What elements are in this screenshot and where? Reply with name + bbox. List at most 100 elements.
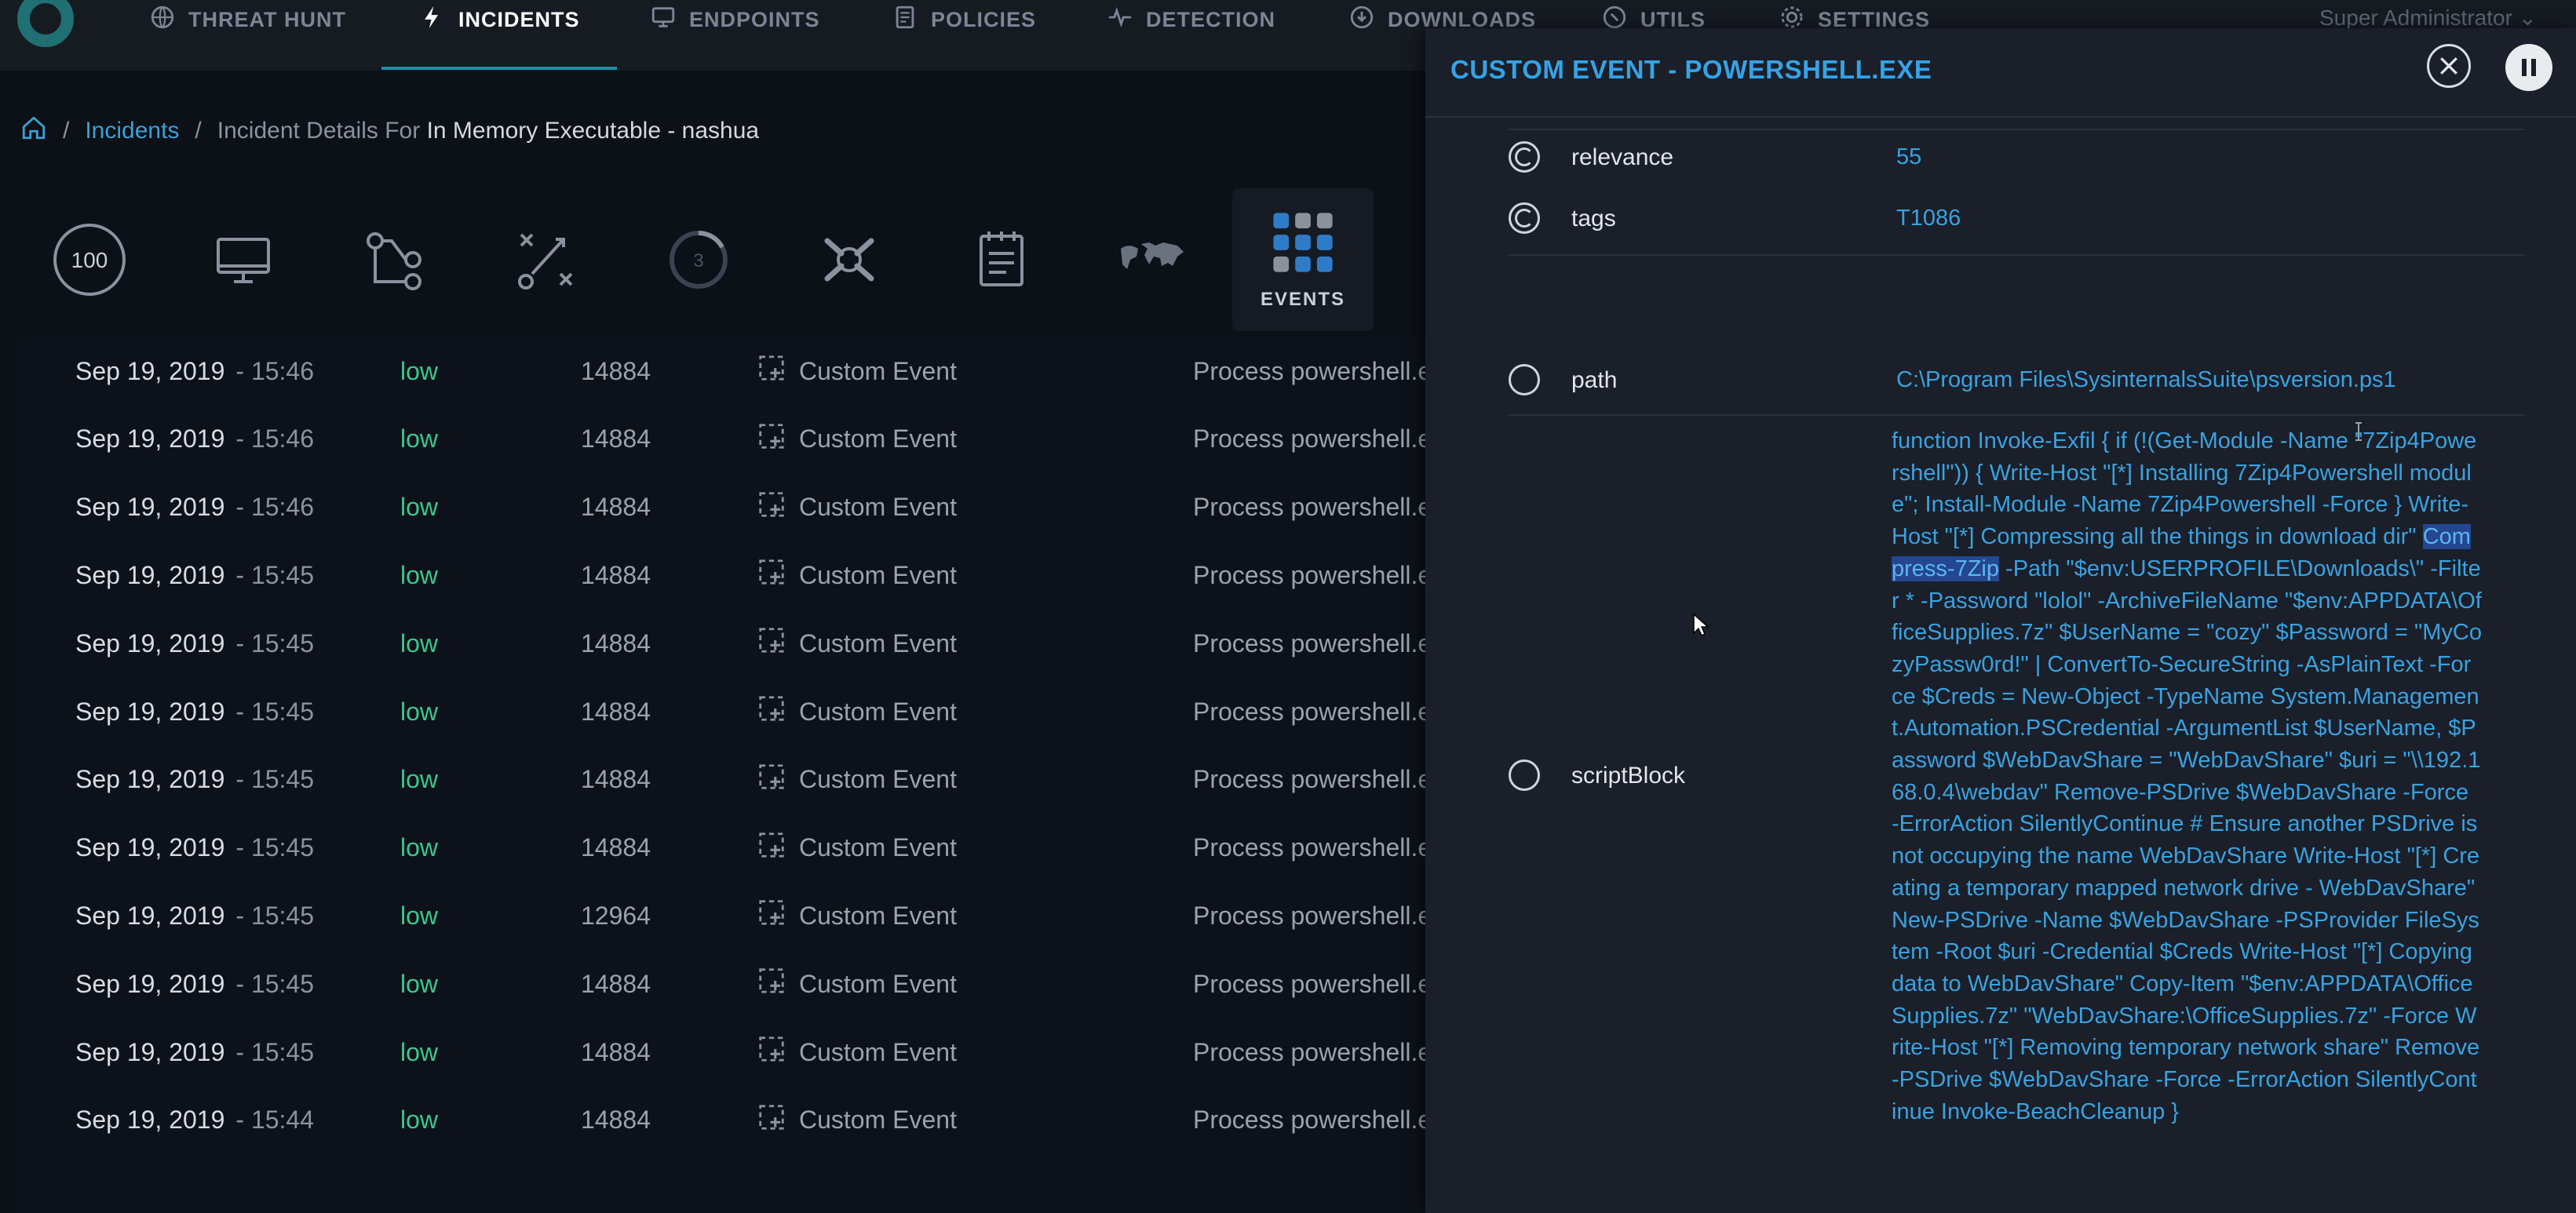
event-datetime: Sep 19, 2019 - 15:45 (75, 678, 314, 745)
event-severity: low (400, 765, 439, 794)
custom-event-icon (757, 490, 786, 526)
table-row[interactable]: Sep 19, 2019 - 15:45 low 14884 Custom Eve… (19, 610, 1425, 677)
event-type: Custom Event (757, 814, 957, 882)
event-time: - 15:45 (235, 901, 315, 930)
event-datetime: Sep 19, 2019 - 15:46 (75, 406, 314, 473)
nav-endpoints[interactable]: ENDPOINTS (650, 0, 820, 39)
tool-events[interactable]: EVENTS (1232, 188, 1374, 331)
monitor-icon (217, 238, 270, 283)
close-icon (2440, 57, 2457, 75)
custom-event-icon (757, 694, 786, 730)
event-time: - 15:45 (235, 1037, 315, 1066)
table-row[interactable]: Sep 19, 2019 - 15:45 low 14884 Custom Eve… (19, 541, 1425, 609)
event-description: Process powershell.exe (1193, 628, 1425, 657)
table-row[interactable]: Sep 19, 2019 - 15:46 low 14884 Custom Eve… (19, 474, 1425, 541)
event-time: - 15:45 (235, 697, 315, 726)
incident-name: In Memory Executable - nashua (426, 118, 760, 144)
event-pid: 14884 (581, 560, 651, 589)
breadcrumb: / Incidents / Incident Details For In Me… (20, 115, 759, 148)
table-row[interactable]: Sep 19, 2019 - 15:45 low 14884 Custom Eve… (19, 746, 1425, 814)
event-time: - 15:46 (235, 424, 315, 454)
tool-endpoint[interactable] (173, 188, 314, 331)
progress-ring-icon: 3 (670, 231, 728, 289)
pause-button[interactable] (2505, 44, 2552, 91)
nav-incidents[interactable]: INCIDENTS (419, 0, 580, 39)
field-radio[interactable] (1509, 759, 1540, 791)
nav-label: INCIDENTS (458, 7, 580, 31)
field-radio[interactable] (1509, 364, 1540, 395)
event-severity: low (400, 901, 439, 930)
panel-header: CUSTOM EVENT - POWERSHELL.EXE (1425, 28, 2576, 118)
field-row-relevance: relevance 55 (1509, 141, 2524, 188)
panel-title: CUSTOM EVENT - POWERSHELL.EXE (1450, 55, 1932, 84)
field-radio[interactable] (1509, 202, 1540, 234)
event-date: Sep 19, 2019 (75, 493, 225, 522)
tool-score[interactable]: 100 (19, 188, 160, 331)
user-menu[interactable]: Super Administrator ⌄ (2319, 5, 2537, 31)
nav-threat-hunt[interactable]: THREAT HUNT (149, 0, 346, 39)
field-value: C:\Program Files\SysinternalsSuite\psver… (1896, 367, 2396, 392)
nav-detection[interactable]: DETECTION (1107, 0, 1275, 39)
custom-event-icon (757, 557, 786, 593)
score-value: 100 (71, 248, 108, 272)
event-severity: low (400, 560, 439, 589)
table-row[interactable]: Sep 19, 2019 - 15:45 low 12964 Custom Eve… (19, 882, 1425, 949)
event-description: Process powershell.exe (1193, 901, 1425, 930)
table-row[interactable]: Sep 19, 2019 - 15:45 low 14884 Custom Eve… (19, 950, 1425, 1018)
home-icon[interactable] (20, 115, 47, 148)
custom-event-icon (757, 966, 786, 1002)
event-time: - 15:45 (235, 560, 315, 589)
event-severity: low (400, 424, 439, 454)
network-icon (824, 238, 874, 282)
tool-attack-path[interactable] (476, 188, 617, 331)
event-type-label: Custom Event (799, 356, 957, 385)
event-type: Custom Event (757, 882, 957, 949)
table-row[interactable]: Sep 19, 2019 - 15:46 low 14884 Custom Eve… (19, 406, 1425, 473)
event-time: - 15:44 (235, 1106, 315, 1135)
event-datetime: Sep 19, 2019 - 15:45 (75, 610, 314, 677)
event-type: Custom Event (757, 678, 957, 745)
event-description: Process powershell.exe (1193, 697, 1425, 726)
event-type-label: Custom Event (799, 833, 957, 862)
tactics-icon (518, 233, 573, 290)
custom-event-icon (757, 421, 786, 457)
custom-event-icon (757, 762, 786, 798)
nav-policies[interactable]: POLICIES (892, 0, 1036, 39)
app-logo[interactable] (17, 0, 74, 47)
custom-event-icon (757, 353, 786, 389)
table-row[interactable]: Sep 19, 2019 - 15:46 low 14884 Custom Eve… (19, 337, 1425, 405)
event-pid: 14884 (581, 969, 651, 998)
event-datetime: Sep 19, 2019 - 15:45 (75, 950, 314, 1018)
event-pid: 14884 (581, 833, 651, 862)
monitor-icon (650, 4, 677, 36)
event-severity: low (400, 833, 439, 862)
field-row-path: path C:\Program Files\SysinternalsSuite\… (1509, 364, 2524, 416)
event-severity: low (400, 493, 439, 522)
field-radio[interactable] (1509, 141, 1540, 173)
close-button[interactable] (2427, 44, 2471, 88)
panel-divider (1509, 129, 2524, 130)
event-pid: 14884 (581, 1106, 651, 1135)
tool-notes[interactable] (931, 188, 1072, 331)
tool-network[interactable] (779, 188, 920, 331)
custom-event-icon (757, 1102, 786, 1138)
tool-world-map[interactable] (1082, 188, 1223, 331)
nav-label: POLICIES (931, 7, 1037, 31)
table-row[interactable]: Sep 19, 2019 - 15:45 low 14884 Custom Eve… (19, 1018, 1425, 1086)
table-row[interactable]: Sep 19, 2019 - 15:45 low 14884 Custom Eve… (19, 814, 1425, 882)
event-date: Sep 19, 2019 (75, 765, 225, 794)
tool-alerts[interactable]: 3 (628, 188, 769, 331)
breadcrumb-incidents-link[interactable]: Incidents (85, 118, 179, 144)
event-datetime: Sep 19, 2019 - 15:45 (75, 814, 314, 882)
table-row[interactable]: Sep 19, 2019 - 15:44 low 14884 Custom Eve… (19, 1087, 1425, 1154)
event-date: Sep 19, 2019 (75, 356, 225, 385)
table-row[interactable]: Sep 19, 2019 - 15:45 low 14884 Custom Eve… (19, 678, 1425, 745)
score-circle-icon: 100 (53, 224, 126, 296)
event-description: Process powershell.exe (1193, 560, 1425, 589)
tool-process-tree[interactable] (323, 188, 465, 331)
field-key: relevance (1571, 144, 1674, 170)
nav-label: ENDPOINTS (689, 7, 820, 31)
event-time: - 15:46 (235, 356, 315, 385)
script-block-value[interactable]: function Invoke-Exfil { if (!(Get-Module… (1892, 425, 2482, 1127)
download-icon (1348, 4, 1375, 36)
